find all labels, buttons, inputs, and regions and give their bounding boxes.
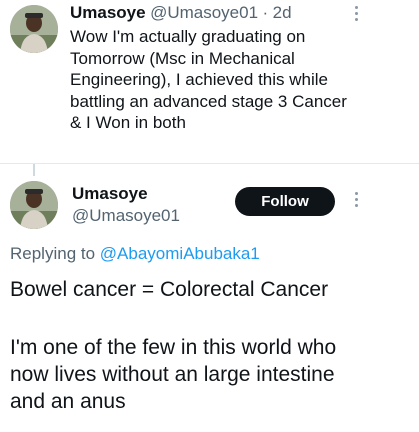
avatar-photo [10, 5, 58, 53]
tweet-line: & I Won in both [70, 113, 186, 132]
timestamp[interactable]: 2d [273, 3, 292, 22]
tweet-text: Wow I'm actually graduating on Tomorrow … [70, 26, 410, 134]
thread-line [33, 164, 35, 176]
follow-button[interactable]: Follow [235, 187, 335, 216]
avatar[interactable] [10, 5, 58, 53]
avatar-photo [10, 181, 58, 229]
tweet-line: Wow I'm actually graduating on [70, 27, 306, 46]
display-name[interactable]: Umasoye [70, 3, 146, 22]
tweet-line: Tomorrow (Msc in Mechanical [70, 48, 295, 68]
tweet-line: and an anus [10, 390, 126, 413]
display-name[interactable]: Umasoye [72, 184, 148, 204]
user-handle[interactable]: @Umasoye01 [72, 206, 180, 226]
mention-link[interactable]: @AbayomiAbubaka1 [100, 244, 260, 263]
tweet-line [10, 303, 410, 330]
tweet-line: Bowel cancer = Colorectal Cancer [10, 278, 329, 301]
tweet-text: Bowel cancer = Colorectal Cancer I'm one… [10, 276, 410, 415]
replying-to-label: Replying to [10, 244, 96, 263]
separator-dot: · [262, 3, 269, 22]
replying-to: Replying to @AbayomiAbubaka1 [10, 244, 260, 264]
more-vertical-icon[interactable] [350, 192, 362, 212]
user-handle[interactable]: @Umasoye01 [150, 3, 258, 22]
divider [0, 163, 419, 164]
tweet-line: Engineering), I achieved this while [70, 70, 328, 89]
more-vertical-icon[interactable] [350, 6, 362, 26]
tweet-line: I'm one of the few in this world who [10, 336, 337, 359]
avatar[interactable] [10, 181, 58, 229]
first-tweet-header: Umasoye @Umasoye01 · 2d [70, 3, 292, 23]
tweet-line: now lives without an large intestine [10, 363, 335, 386]
tweet-line: battling an advanced stage 3 Cancer [70, 91, 347, 111]
